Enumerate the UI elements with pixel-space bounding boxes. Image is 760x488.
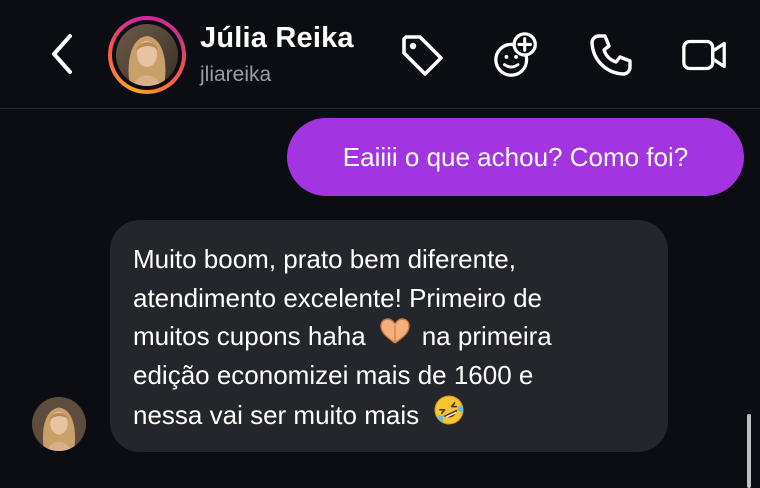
message-line: atendimento excelente! Primeiro de bbox=[133, 279, 646, 318]
sticker-button[interactable] bbox=[492, 30, 542, 80]
message-line-text: Muito boom, prato bem diferente, bbox=[133, 244, 516, 274]
message-line: nessa vai ser muito mais bbox=[133, 394, 646, 437]
tag-icon bbox=[402, 35, 443, 76]
message-line-text: na primeira bbox=[421, 321, 552, 351]
incoming-message-bubble[interactable]: Muito boom, prato bem diferente, atendim… bbox=[110, 220, 668, 452]
heart-hands-emoji bbox=[378, 317, 412, 356]
sender-avatar[interactable] bbox=[32, 397, 86, 451]
video-call-button[interactable] bbox=[680, 30, 730, 80]
message-line-text: muitos cupons haha bbox=[133, 321, 366, 351]
message-line-text: atendimento excelente! Primeiro de bbox=[133, 282, 543, 313]
chevron-left-icon bbox=[52, 34, 72, 74]
video-camera-icon bbox=[682, 39, 726, 71]
avatar-photo bbox=[116, 24, 178, 86]
outgoing-message-bubble[interactable]: Eaiiii o que achou? Como foi? bbox=[287, 118, 744, 196]
message-line-text: nessa vai ser muito mais bbox=[133, 400, 420, 430]
message-line: Muito boom, prato bem diferente, bbox=[133, 240, 646, 279]
dm-screen: Júlia Reika jliareika Eaiiii o que achou… bbox=[0, 0, 760, 488]
rolling-laughing-emoji bbox=[433, 394, 465, 437]
outgoing-message-text: Eaiiii o que achou? Como foi? bbox=[342, 141, 689, 172]
chat-header: Júlia Reika jliareika bbox=[0, 0, 760, 109]
phone-icon bbox=[590, 34, 632, 76]
contact-username: jliareika bbox=[200, 63, 272, 86]
message-line: edição economizei mais de 1600 e bbox=[133, 356, 646, 395]
scrollbar[interactable] bbox=[747, 414, 751, 488]
audio-call-button[interactable] bbox=[586, 30, 636, 80]
sticker-add-icon bbox=[494, 32, 537, 77]
tag-button[interactable] bbox=[397, 30, 447, 80]
back-button[interactable] bbox=[40, 32, 84, 76]
contact-name[interactable]: Júlia Reika bbox=[200, 22, 354, 55]
message-line: muitos cupons haha na primeira bbox=[133, 317, 646, 356]
profile-avatar[interactable] bbox=[108, 16, 186, 94]
message-line-text: edição economizei mais de 1600 e bbox=[133, 359, 534, 390]
